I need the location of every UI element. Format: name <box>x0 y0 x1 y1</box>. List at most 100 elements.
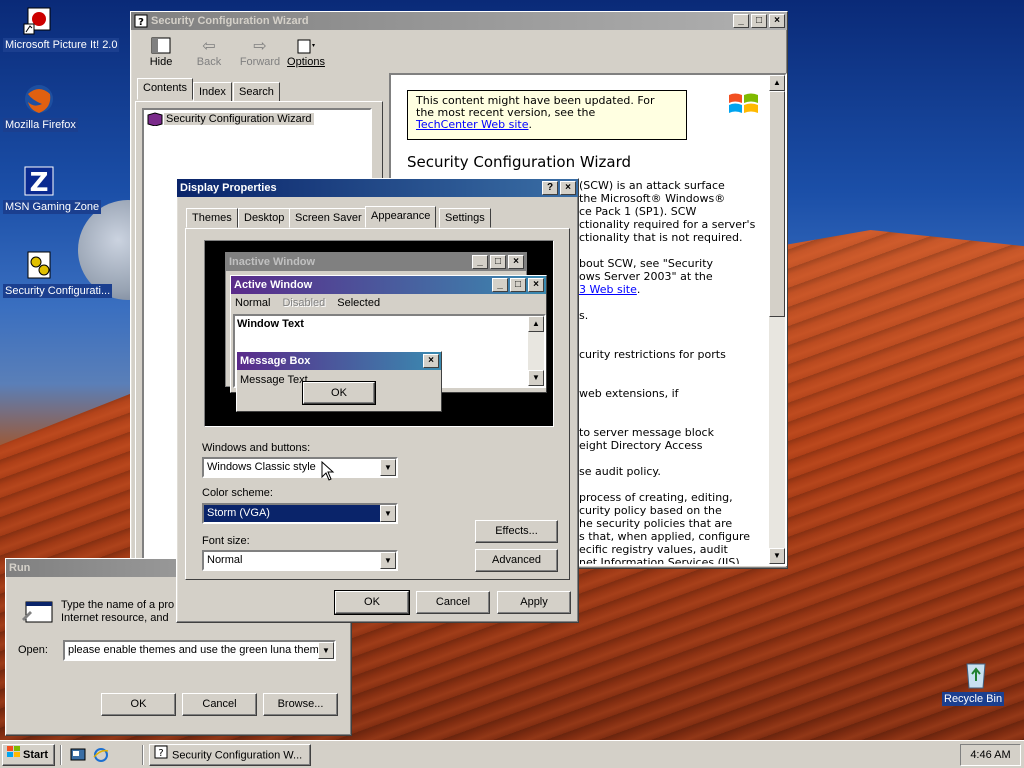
windows-buttons-label: Windows and buttons: <box>202 442 311 454</box>
color-scheme-value: Storm (VGA) <box>207 507 270 519</box>
help-body-line: eight Directory Access <box>579 439 703 452</box>
desktop-icon-picture-it[interactable]: Microsoft Picture It! 2.0 <box>3 2 120 52</box>
scroll-up-arrow[interactable]: ▲ <box>769 75 785 91</box>
tab-search[interactable]: Search <box>233 82 280 102</box>
run-ok-button[interactable]: OK <box>101 693 176 716</box>
preview-msgbox-titlebar: Message Box × <box>237 352 441 370</box>
color-scheme-select[interactable]: Storm (VGA) ▼ <box>202 503 398 524</box>
help-body-line: ce Pack 1 (SP1). SCW <box>579 205 697 218</box>
close-icon: × <box>528 278 544 292</box>
close-button[interactable]: × <box>769 14 785 28</box>
open-input[interactable]: please enable themes and use the green l… <box>63 640 336 661</box>
start-button[interactable]: Start <box>2 744 55 766</box>
show-desktop-icon[interactable] <box>70 747 86 766</box>
open-dropdown-arrow[interactable]: ▼ <box>318 642 334 659</box>
mouse-cursor-icon <box>321 460 335 484</box>
tab-contents[interactable]: Contents <box>137 78 194 100</box>
forward-label: Forward <box>239 56 281 68</box>
back-button[interactable]: ⇦ Back <box>187 36 231 68</box>
display-properties-titlebar[interactable]: Display Properties ? × <box>177 179 578 197</box>
preview-active-title: Active Window <box>234 279 313 291</box>
maximize-icon: □ <box>490 255 506 269</box>
advanced-button[interactable]: Advanced <box>475 549 558 572</box>
desktop-icon-label: Security Configurati... <box>3 284 113 298</box>
chevron-down-icon[interactable]: ▼ <box>380 505 396 522</box>
minimize-button[interactable]: _ <box>733 14 749 28</box>
techcenter-link[interactable]: TechCenter Web site <box>416 118 529 131</box>
start-label: Start <box>23 749 49 761</box>
help-body-line: (SCW) is an attack surface <box>579 179 725 192</box>
help-body-line: he security policies that are <box>579 517 733 530</box>
help-body-line: to server message block <box>579 426 714 439</box>
preview-menu-disabled: Disabled <box>282 297 326 309</box>
hide-button[interactable]: Hide <box>139 36 183 68</box>
windows-logo-icon <box>727 89 761 122</box>
appearance-preview: Inactive Window _ □ × Active Window _ □ … <box>204 240 554 427</box>
help-body-line: ecific registry values, audit <box>579 543 728 556</box>
notice-end: . <box>528 118 533 131</box>
forward-button[interactable]: ⇨ Forward <box>235 36 285 68</box>
preview-inactive-title: Inactive Window <box>229 256 316 268</box>
help-body-line: ctionality that is not required. <box>579 231 743 244</box>
help-body-line: ctionality required for a server's <box>579 218 756 231</box>
close-button[interactable]: × <box>560 181 576 195</box>
help-body: (SCW) is an attack surface the Microsoft®… <box>579 179 769 564</box>
tab-themes[interactable]: Themes <box>186 208 238 228</box>
help-heading: Security Configuration Wizard <box>407 153 632 171</box>
scroll-down-arrow: ▼ <box>528 370 544 386</box>
taskbar-task-security-config[interactable]: ? Security Configuration W... <box>149 744 311 766</box>
web-site-link[interactable]: 3 Web site <box>579 283 637 296</box>
chevron-down-icon[interactable]: ▼ <box>380 459 396 476</box>
help-window-titlebar[interactable]: ? Security Configuration Wizard _ □ × <box>131 12 787 30</box>
desktop-icon-firefox[interactable]: Mozilla Firefox <box>3 82 78 132</box>
system-clock[interactable]: 4:46 AM <box>960 744 1021 766</box>
help-body-line: the Microsoft® Windows® <box>579 192 726 205</box>
preview-menu-selected: Selected <box>337 297 381 309</box>
options-button[interactable]: Options <box>283 36 329 68</box>
msn-zone-icon: Z <box>22 164 56 198</box>
help-icon: ? <box>154 745 168 765</box>
taskbar-divider <box>60 745 62 765</box>
run-icon <box>20 599 54 628</box>
desktop-icon-security-config[interactable]: Security Configurati... <box>3 248 113 298</box>
desktop-icon-recycle-bin[interactable]: Recycle Bin <box>942 656 1010 706</box>
apply-button[interactable]: Apply <box>497 591 571 614</box>
windows-buttons-select[interactable]: Windows Classic style ▼ <box>202 457 398 478</box>
desktop-icon-msn-gaming[interactable]: Z MSN Gaming Zone <box>3 164 102 214</box>
help-scrollbar[interactable]: ▲ ▼ <box>769 75 785 564</box>
help-body-line: curity policy based on the <box>579 504 722 517</box>
internet-explorer-icon[interactable] <box>93 747 109 766</box>
open-label: Open: <box>18 644 48 656</box>
back-arrow-icon: ⇦ <box>202 38 216 55</box>
preview-msgbox-title: Message Box <box>240 355 311 367</box>
preview-window-text: Window Text <box>237 318 304 330</box>
scroll-down-arrow[interactable]: ▼ <box>769 548 785 564</box>
tab-screen-saver[interactable]: Screen Saver <box>289 208 368 228</box>
run-cancel-button[interactable]: Cancel <box>182 693 257 716</box>
effects-button[interactable]: Effects... <box>475 520 558 543</box>
preview-menu: Normal Disabled Selected <box>235 297 380 309</box>
tab-settings[interactable]: Settings <box>439 208 491 228</box>
tab-desktop[interactable]: Desktop <box>238 208 291 228</box>
tab-appearance[interactable]: Appearance <box>365 206 437 228</box>
hide-icon <box>139 36 183 56</box>
maximize-button[interactable]: □ <box>751 14 767 28</box>
ok-button[interactable]: OK <box>334 590 410 615</box>
chevron-down-icon[interactable]: ▼ <box>380 552 396 569</box>
help-body-line: curity restrictions for ports <box>579 348 726 361</box>
tab-index[interactable]: Index <box>193 82 232 102</box>
taskbar: Start ? Security Configuration W... 4:46 … <box>0 740 1024 768</box>
help-body-line: ows Server 2003" at the <box>579 270 713 283</box>
run-browse-button[interactable]: Browse... <box>263 693 338 716</box>
cancel-button[interactable]: Cancel <box>416 591 490 614</box>
close-icon: × <box>423 354 439 368</box>
help-body-line: bout SCW, see "Security <box>579 257 714 270</box>
forward-arrow-icon: ⇨ <box>253 38 267 55</box>
tree-item[interactable]: Security Configuration Wizard <box>146 112 314 127</box>
help-body-line: web extensions, if <box>579 387 679 400</box>
update-notice: This content might have been updated. Fo… <box>407 90 687 140</box>
font-size-select[interactable]: Normal ▼ <box>202 550 398 571</box>
help-button[interactable]: ? <box>542 181 558 195</box>
scroll-thumb[interactable] <box>769 91 785 317</box>
close-icon: × <box>508 255 524 269</box>
